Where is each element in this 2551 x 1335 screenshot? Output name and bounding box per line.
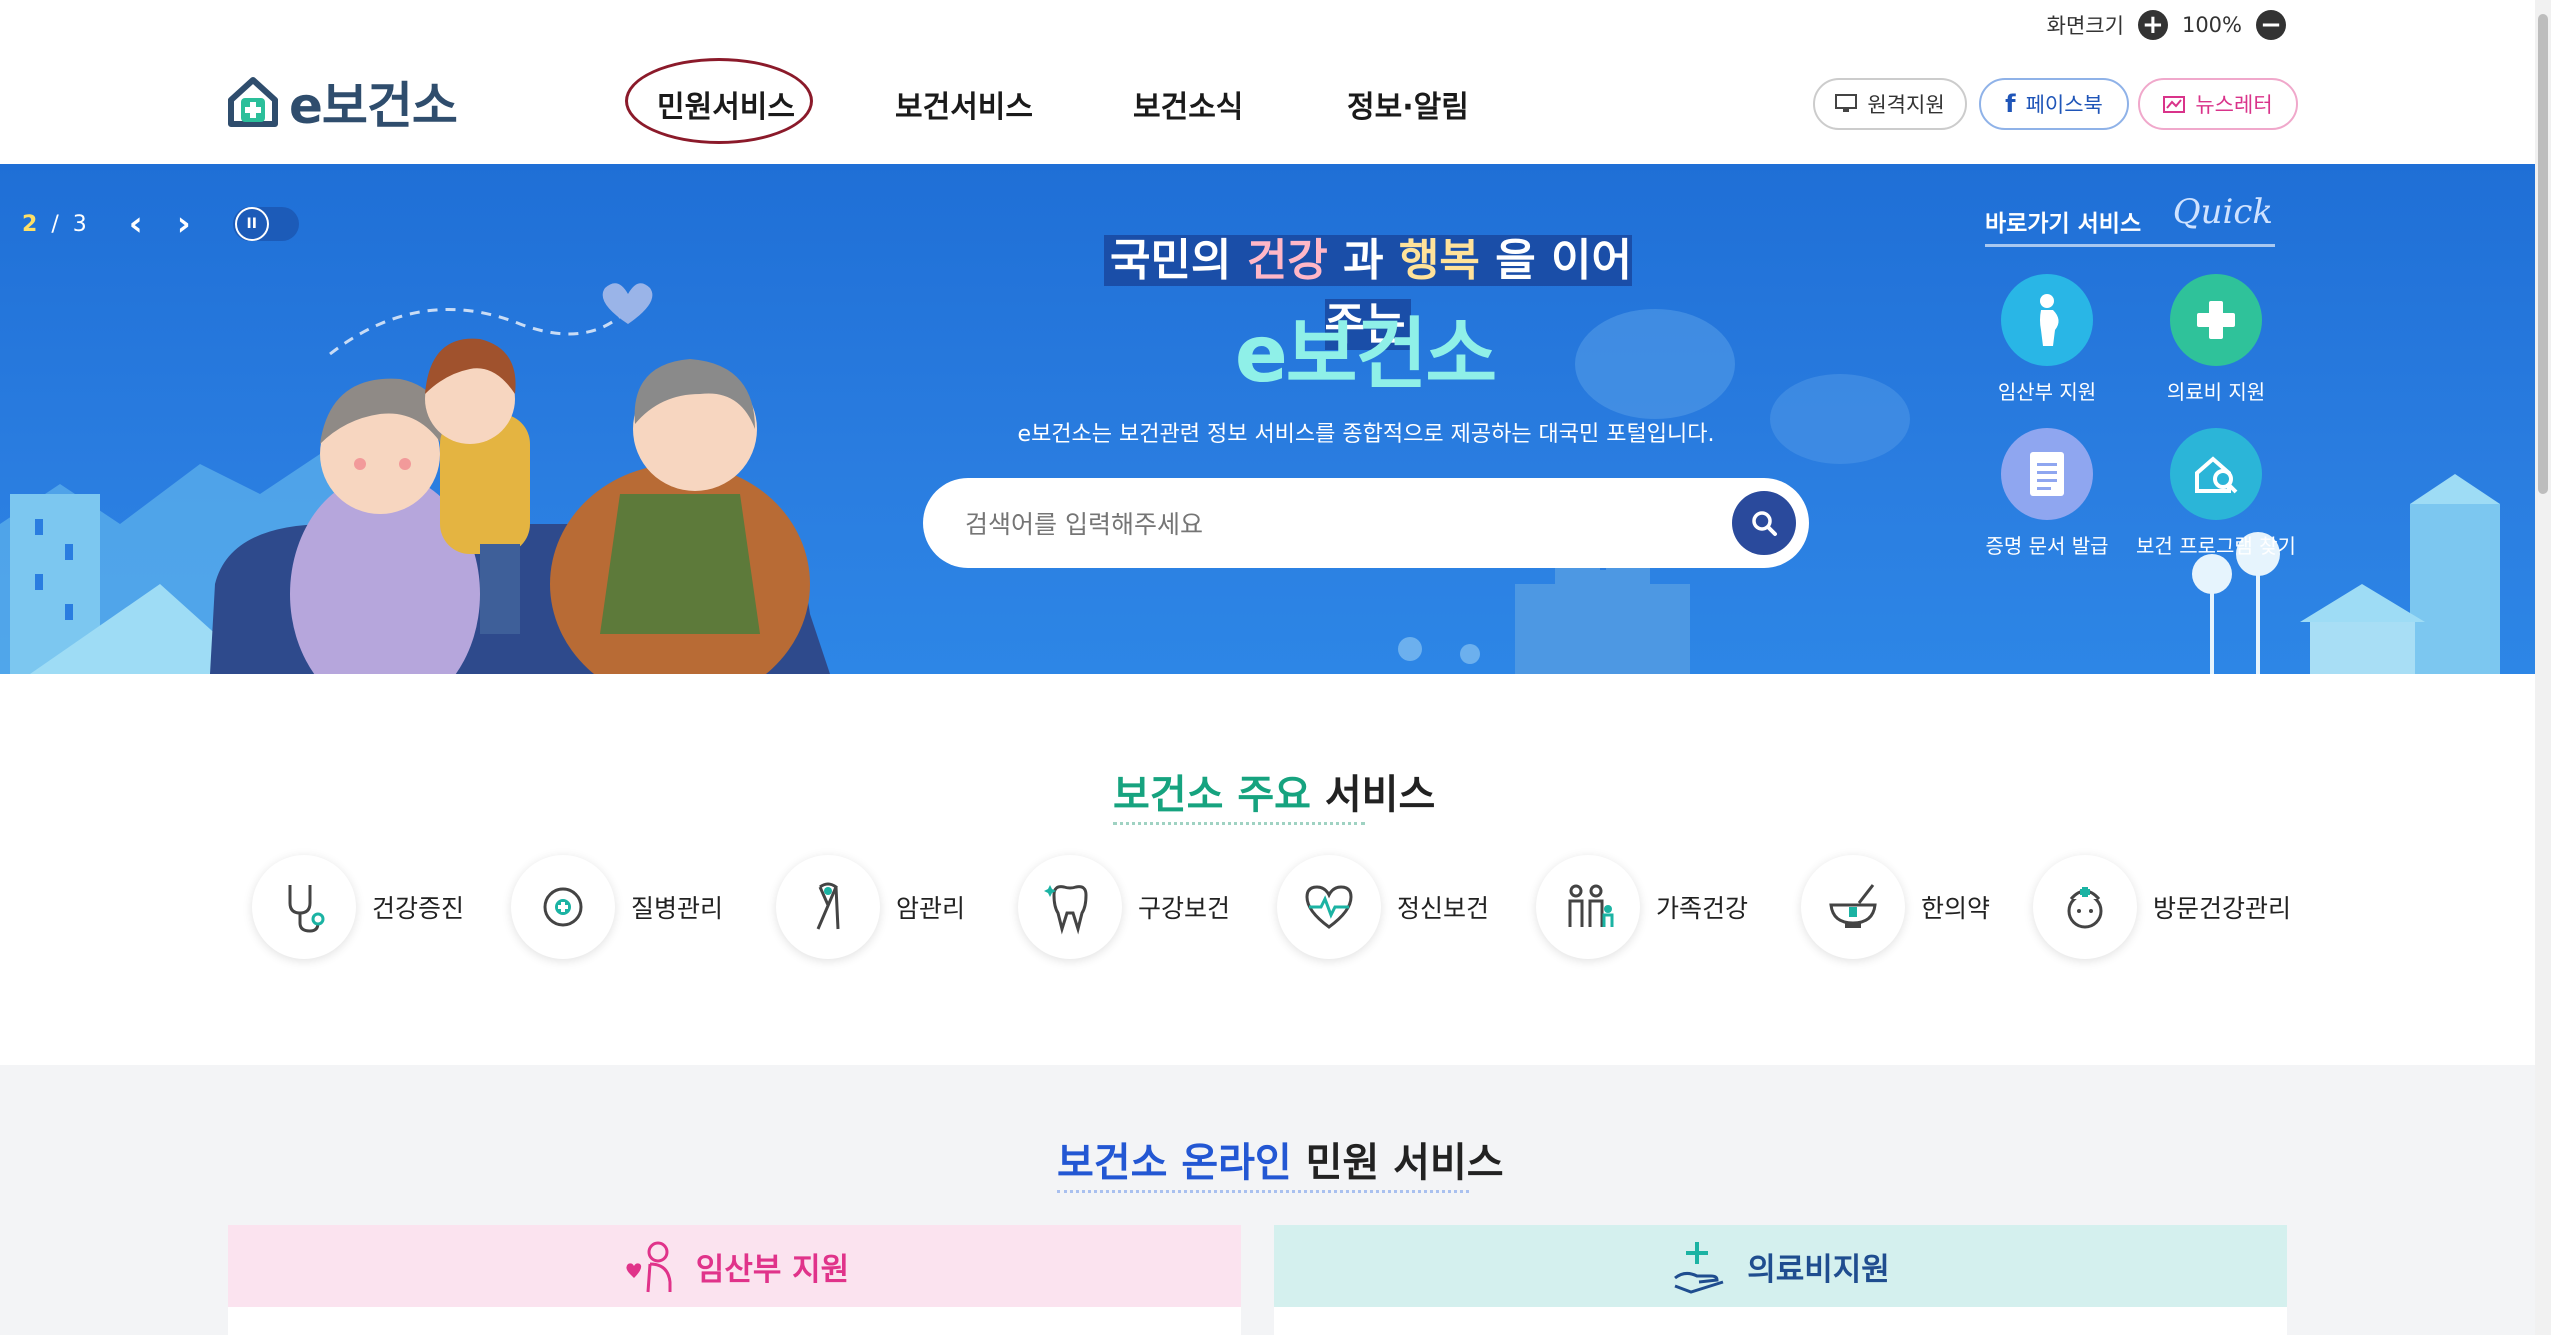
card-medical-support[interactable]: 의료비지원 [1274, 1225, 2287, 1335]
virus-icon [511, 855, 615, 959]
mortar-icon [1801, 855, 1905, 959]
search-input[interactable] [963, 500, 1667, 548]
card-pregnant-support[interactable]: 임산부 지원 [228, 1225, 1241, 1335]
quick-item-program-search[interactable]: 보건 프로그램 찾기 [2131, 428, 2301, 559]
slide-separator: / [51, 211, 59, 237]
pregnant-icon [2001, 274, 2093, 366]
stethoscope-icon [252, 855, 356, 959]
quick-title-en: Quick [2172, 192, 2273, 232]
heart-pulse-icon [1277, 855, 1381, 959]
nurse-icon [2033, 855, 2137, 959]
service-home-visit[interactable]: 방문건강관리 [2033, 855, 2291, 959]
house-cross-icon [228, 77, 278, 127]
banner-description: e보건소는 보건관련 정보 서비스를 종합적으로 제공하는 대국민 포털입니다. [1017, 422, 1715, 447]
document-icon [2001, 428, 2093, 520]
prev-slide-icon[interactable]: ‹ [129, 204, 143, 244]
monitor-icon [1835, 94, 1858, 112]
main-services-underline [1113, 822, 1365, 825]
slide-controls: 2 / 3 ‹ › II [22, 204, 299, 244]
slide-total: 3 [72, 211, 87, 237]
nav-health-service[interactable]: 보건서비스 [895, 82, 1033, 126]
newsletter-icon [2163, 96, 2186, 113]
ribbon-icon [776, 855, 880, 959]
zoom-out-icon[interactable]: − [2256, 10, 2286, 40]
online-services-underline [1057, 1190, 1469, 1193]
service-mental-health[interactable]: 정신보건 [1277, 855, 1489, 959]
banner-brand: e보건소 [1234, 310, 1497, 400]
remote-support-button[interactable]: 원격지원 [1813, 78, 1967, 130]
search-button[interactable] [1732, 491, 1796, 555]
next-slide-icon[interactable]: › [177, 204, 191, 244]
quick-item-pregnant[interactable]: 임산부 지원 [1962, 274, 2132, 405]
search-box [923, 478, 1809, 568]
service-disease-control[interactable]: 질병관리 [511, 855, 723, 959]
newsletter-button[interactable]: 뉴스레터 [2138, 78, 2298, 130]
pause-icon: II [234, 207, 269, 241]
medical-cross-icon [2170, 274, 2262, 366]
nav-civil-service[interactable]: 민원서비스 [657, 82, 795, 126]
online-services-title: 보건소 온라인 민원 서비스 [1057, 1140, 1504, 1186]
pregnant-heart-icon [626, 1241, 672, 1293]
service-family-health[interactable]: 가족건강 [1536, 855, 1748, 959]
zoom-value: 100% [2181, 13, 2242, 37]
service-oral-health[interactable]: 구강보건 [1018, 855, 1230, 959]
nav-health-news[interactable]: 보건소식 [1133, 82, 1243, 126]
hand-cross-icon [1674, 1242, 1724, 1294]
main-services-title: 보건소 주요 서비스 [1113, 772, 1436, 818]
zoom-control: 화면크기 + 100% − [2047, 10, 2286, 40]
zoom-in-icon[interactable]: + [2137, 10, 2168, 40]
nav-info-notice[interactable]: 정보·알림 [1347, 82, 1469, 126]
main-banner: 2 / 3 ‹ › II 국민의 건강 과 행복 을 이어주는 e보건소 e보건… [0, 164, 2535, 674]
service-cancer-care[interactable]: 암관리 [776, 855, 965, 959]
quick-service-title: 바로가기 서비스 Quick [1985, 192, 2275, 247]
page-scrollbar[interactable] [2535, 0, 2551, 1335]
site-logo[interactable]: e보건소 [225, 66, 458, 138]
scrollbar-thumb[interactable] [2538, 14, 2548, 494]
house-search-icon [2170, 428, 2262, 520]
family-icon [1536, 855, 1640, 959]
slide-current: 2 [22, 211, 38, 237]
quick-item-medical-support[interactable]: 의료비 지원 [2131, 274, 2301, 405]
zoom-label: 화면크기 [2046, 14, 2124, 38]
service-korean-medicine[interactable]: 한의약 [1801, 855, 1990, 959]
facebook-button[interactable]: f 페이스북 [1979, 78, 2129, 130]
service-health-promotion[interactable]: 건강증진 [252, 855, 464, 959]
logo-text: e보건소 [289, 77, 458, 135]
facebook-icon: f [2005, 90, 2016, 118]
quick-item-certificate[interactable]: 증명 문서 발급 [1962, 428, 2132, 559]
autoplay-toggle[interactable]: II [232, 207, 299, 241]
search-icon [1752, 511, 1777, 536]
tooth-icon [1018, 855, 1122, 959]
